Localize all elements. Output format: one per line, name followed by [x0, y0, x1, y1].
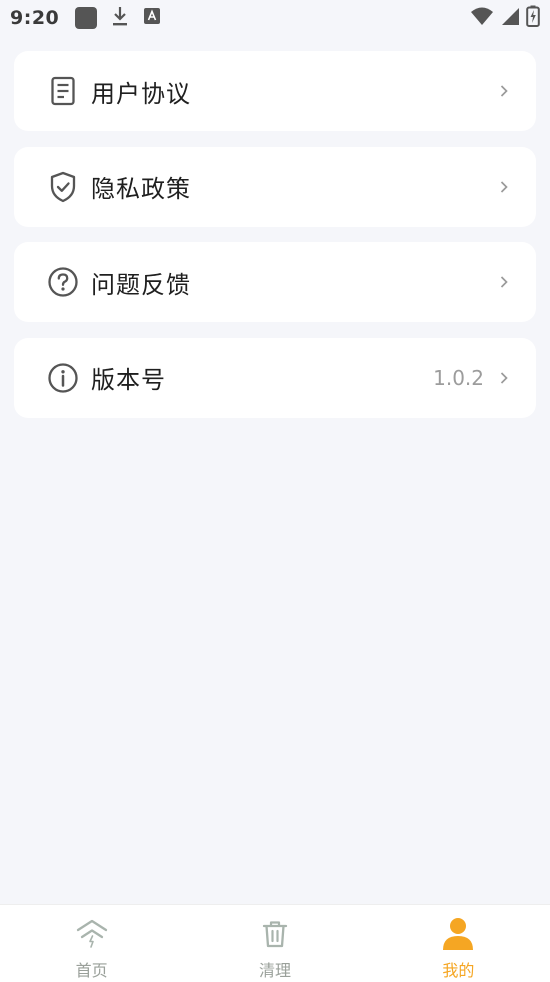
user-icon: [441, 917, 475, 951]
profile-screen: 9:20 用户协议 隐私政策 问题反馈 版本号 1.0.2 首页 清理 我的: [0, 0, 550, 982]
menu-item-privacy-policy[interactable]: 隐私政策: [14, 146, 536, 227]
status-bar: 9:20: [0, 0, 550, 36]
nav-mine[interactable]: 我的: [367, 905, 550, 982]
cellular-signal-icon: [500, 6, 520, 30]
menu-item-version[interactable]: 版本号 1.0.2: [14, 337, 536, 418]
translate-icon: [143, 7, 161, 29]
notification-icons: [75, 5, 161, 31]
bottom-nav: 首页 清理 我的: [0, 904, 550, 982]
nav-label: 首页: [75, 961, 108, 980]
nav-clean[interactable]: 清理: [183, 905, 366, 982]
nav-label: 清理: [258, 961, 291, 980]
wifi-icon: [470, 6, 494, 30]
app-notification-icon: [75, 7, 98, 29]
status-time: 9:20: [10, 7, 60, 29]
trash-icon: [258, 917, 292, 951]
chevron-right-icon: [498, 370, 510, 386]
menu-item-label: 用户协议: [91, 79, 191, 108]
version-value: 1.0.2: [433, 365, 484, 390]
menu-item-user-agreement[interactable]: 用户协议: [14, 51, 536, 131]
chevron-right-icon: [498, 83, 510, 99]
question-circle-icon: [46, 265, 80, 299]
menu-item-label: 问题反馈: [91, 270, 191, 299]
home-chevrons-icon: [75, 917, 109, 951]
document-icon: [46, 74, 80, 108]
chevron-right-icon: [498, 274, 510, 290]
shield-check-icon: [46, 170, 80, 204]
menu-list: 用户协议 隐私政策 问题反馈 版本号 1.0.2: [14, 51, 536, 433]
download-icon: [111, 5, 129, 31]
nav-home[interactable]: 首页: [0, 905, 183, 982]
menu-item-label: 隐私政策: [91, 175, 191, 203]
chevron-right-icon: [498, 179, 510, 195]
menu-item-feedback[interactable]: 问题反馈: [14, 242, 536, 322]
info-circle-icon: [46, 361, 80, 395]
menu-item-label: 版本号: [91, 366, 166, 394]
nav-label: 我的: [442, 961, 475, 980]
system-status-icons: [470, 5, 540, 31]
battery-charging-icon: [526, 5, 540, 31]
